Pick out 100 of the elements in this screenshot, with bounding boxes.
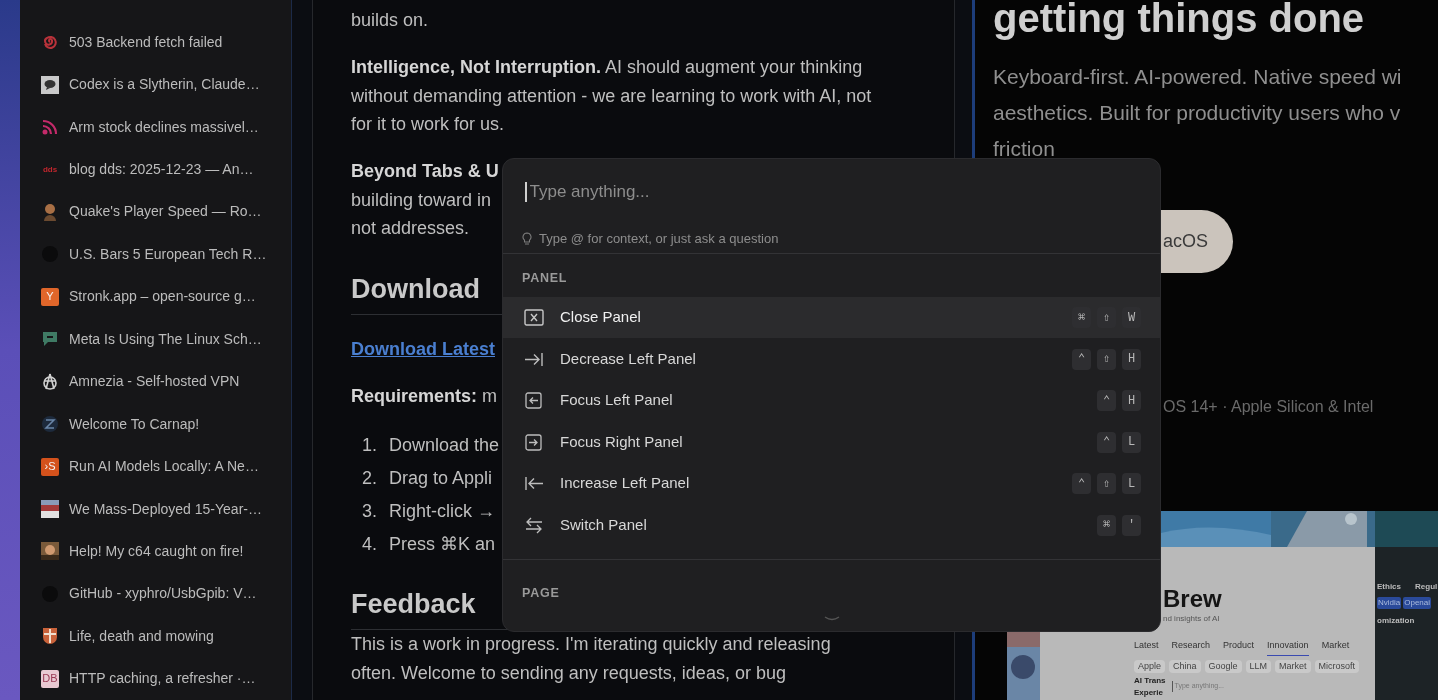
newsletter-tab[interactable]: Market — [1321, 639, 1350, 656]
key-cap: L — [1122, 473, 1141, 494]
key-cap: ⌃ — [1072, 473, 1091, 494]
sidebar-item[interactable]: Arm stock declines massivel… — [69, 116, 259, 138]
key-cap: H — [1122, 348, 1141, 370]
sidebar-item[interactable]: blog dds: 2025-12-23 — An… — [69, 159, 254, 181]
list-number: 2. — [361, 467, 378, 490]
list-item-text: Drag to Appli — [389, 467, 493, 490]
close-icon — [524, 308, 544, 327]
command-input[interactable]: Type anything... — [529, 179, 1140, 205]
paragraph-line: without demanding attention - we are learning to work with AI, not — [351, 84, 872, 108]
command-label: Focus Right Panel — [560, 431, 683, 452]
topic-chip[interactable]: Openai — [1403, 597, 1432, 609]
key-cap: ' — [1122, 514, 1141, 536]
topic-chip[interactable]: Apple — [1134, 659, 1166, 673]
download-button[interactable]: acOS — [1161, 210, 1233, 273]
sidebar-item[interactable]: U.S. Bars 5 European Tech R… — [69, 243, 267, 265]
command-label: Close Panel — [560, 307, 641, 328]
shield-icon — [41, 627, 59, 646]
sidebar-item[interactable]: Amnezia - Self-hosted VPN — [69, 371, 240, 393]
command-item[interactable]: Increase Left Panel ⌃ ⇧ L — [503, 462, 1160, 505]
right-arrow-box-icon — [524, 432, 544, 452]
speech-bubble-icon — [41, 330, 59, 349]
thumbnail-icon — [41, 500, 59, 519]
list-item-text: Press ⌘K an — [389, 533, 496, 556]
paragraph-line: This is a work in progress. I'm iterating quickly and releasing — [351, 633, 831, 656]
sidebar-item[interactable]: Meta Is Using The Linux Sch… — [69, 328, 262, 350]
list-item-text: Right-click → — [389, 500, 495, 523]
topic-chip[interactable]: LLM — [1245, 659, 1272, 673]
newsletter-tab[interactable]: Innovation — [1267, 639, 1309, 656]
section-label: PANEL — [521, 270, 568, 287]
topic-chip[interactable]: China — [1169, 659, 1201, 673]
arrow-to-line-icon — [524, 474, 544, 493]
key-cap: ⇧ — [1097, 473, 1116, 494]
command-label: Focus Left Panel — [560, 390, 673, 411]
side-tab[interactable]: Regul — [1415, 581, 1438, 593]
sidebar-item[interactable]: HTTP caching, a refresher ·… — [69, 668, 256, 690]
sidebar-item[interactable]: Quake's Player Speed — Ro… — [69, 201, 262, 223]
requirements-text: OS 14+ · Apple Silicon & Intel — [1163, 397, 1374, 417]
key-cap: ⇧ — [1097, 348, 1116, 370]
story-title: Experie — [1134, 687, 1163, 699]
section-label: PAGE — [521, 584, 560, 602]
text-cursor — [525, 182, 527, 202]
key-cap: ⌘ — [1097, 514, 1116, 536]
list-number: 3. — [361, 500, 378, 523]
command-item[interactable]: Focus Left Panel ⌃ H — [503, 379, 1160, 422]
paragraph-line: Requirements: m — [351, 385, 498, 408]
lightbulb-icon — [522, 232, 532, 246]
key-cap: L — [1122, 431, 1141, 453]
key-cap: ⌃ — [1097, 431, 1116, 453]
site-logo: dds — [41, 163, 59, 176]
sidebar-item[interactable]: Welcome To Carnap! — [69, 413, 200, 435]
story-title: AI Trans — [1134, 675, 1166, 687]
newsletter-tab[interactable]: Latest — [1134, 639, 1159, 656]
sidebar-item[interactable]: Stronk.app – open-source g… — [69, 286, 256, 308]
section-heading: Download — [351, 273, 480, 306]
sidebar-item[interactable]: 503 Backend fetch failed — [69, 31, 223, 53]
sidebar-item[interactable]: GitHub - xyphro/UsbGpib: V… — [69, 583, 257, 605]
command-item[interactable]: Focus Right Panel ⌃ L — [503, 421, 1160, 463]
swap-arrows-icon — [524, 515, 544, 535]
hero-text-line: aesthetics. Built for productivity users who v — [993, 100, 1401, 126]
command-label: Increase Left Panel — [560, 473, 690, 494]
command-label: Switch Panel — [560, 514, 647, 535]
thumbnail-icon — [41, 542, 59, 561]
sidebar-item[interactable]: Life, death and mowing — [69, 625, 214, 647]
list-item-text: Download the — [389, 434, 500, 457]
side-tab[interactable]: Ethics — [1377, 581, 1401, 593]
sidebar-item[interactable]: Codex is a Slytherin, Claude… — [69, 74, 260, 96]
newsletter-tab[interactable]: Research — [1171, 639, 1211, 656]
paragraph-line: Intelligence, Not Interruption. AI should augment your thinking — [351, 56, 863, 79]
sidebar-item[interactable]: Run AI Models Locally: A Ne… — [69, 456, 259, 478]
topic-chip[interactable]: Nvidia — [1377, 597, 1402, 609]
chat-icon — [41, 75, 59, 94]
figure-icon — [41, 202, 59, 221]
key-cap: ⇧ — [1097, 307, 1116, 328]
newsletter-tab[interactable]: Product — [1223, 639, 1255, 656]
paragraph-line: Beyond Tabs & U — [351, 160, 499, 183]
newsletter-title: Brew — [1163, 585, 1222, 613]
hero-text-line: friction — [993, 136, 1055, 162]
command-item[interactable]: Switch Panel ⌘ ' — [503, 504, 1160, 546]
side-heading: omization — [1377, 615, 1415, 627]
download-link[interactable]: Download Latest — [351, 335, 495, 364]
paragraph-line: often. Welcome to sending any requests, ideas, or bug — [351, 661, 786, 685]
sidebar-item[interactable]: Help! My c64 caught on fire! — [69, 540, 244, 562]
star-icon — [41, 372, 59, 391]
topic-chip[interactable]: Market — [1275, 659, 1311, 673]
hero-text-line: Keyboard-first. AI-powered. Native speed wi — [993, 64, 1402, 90]
topic-chip[interactable]: Microsoft — [1314, 659, 1360, 673]
key-cap: ⌘ — [1072, 307, 1091, 328]
command-item[interactable]: Close Panel ⌘ ⇧ W — [503, 296, 1160, 339]
paragraph-line: building toward in — [351, 188, 492, 212]
site-logo: ›S — [41, 457, 59, 476]
topic-chip[interactable]: Google — [1204, 659, 1242, 673]
hint-text: Type @ for context, or just ask a question — [539, 230, 779, 249]
chevron-down-icon[interactable] — [823, 616, 840, 622]
command-item[interactable]: Decrease Left Panel ⌃ ⇧ H — [503, 338, 1160, 380]
sidebar-item[interactable]: We Mass-Deployed 15-Year-… — [69, 498, 262, 520]
globe-icon — [41, 415, 59, 434]
key-cap: ⌃ — [1097, 390, 1116, 411]
command-label: Decrease Left Panel — [560, 348, 696, 369]
